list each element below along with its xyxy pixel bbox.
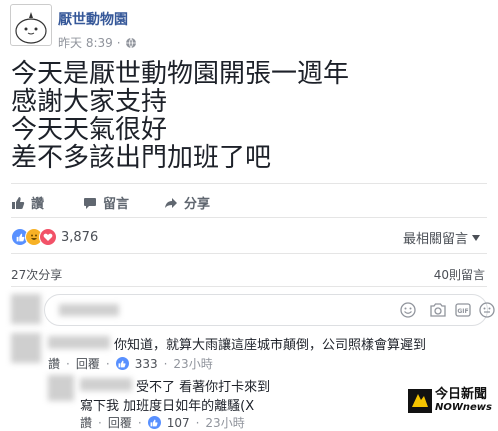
redacted-name bbox=[59, 304, 119, 316]
reply-avatar[interactable] bbox=[48, 375, 74, 401]
divider bbox=[11, 253, 487, 254]
comment-input[interactable]: GIF bbox=[44, 294, 495, 326]
share-icon bbox=[165, 197, 177, 208]
svg-text:GIF: GIF bbox=[457, 308, 468, 315]
chevron-down-icon bbox=[472, 234, 480, 241]
comment-button[interactable]: 留言 bbox=[83, 193, 129, 212]
comment-icon bbox=[84, 197, 96, 209]
share-button[interactable]: 分享 bbox=[164, 193, 210, 212]
comment-time[interactable]: 23小時 bbox=[173, 355, 212, 372]
post-line: 感謝大家支持 bbox=[11, 87, 168, 117]
comment-label: 留言 bbox=[103, 197, 130, 212]
sticker-icon[interactable] bbox=[479, 302, 495, 318]
camera-icon[interactable] bbox=[429, 302, 447, 318]
reply-reply-link[interactable]: 回覆 bbox=[108, 414, 132, 431]
dot-separator: · bbox=[98, 415, 102, 430]
share-count[interactable]: 27次分享 bbox=[11, 266, 62, 283]
comment-reply-link[interactable]: 回覆 bbox=[76, 355, 100, 372]
dot-separator: · bbox=[195, 415, 200, 430]
gif-icon[interactable]: GIF bbox=[455, 302, 471, 318]
comment-like-count[interactable]: 333 bbox=[135, 357, 158, 371]
reaction-count: 3,876 bbox=[61, 229, 99, 245]
current-user-avatar bbox=[11, 294, 41, 324]
emoji-icon[interactable] bbox=[400, 302, 416, 318]
reply-like-link[interactable]: 讚 bbox=[80, 414, 92, 431]
post-text: 今天是厭世動物園開張一週年 感謝大家支持 今天天氣很好 差不多該出門加班了吧 bbox=[11, 60, 349, 172]
comment-like-link[interactable]: 讚 bbox=[48, 355, 60, 372]
redacted-reply-name[interactable] bbox=[80, 378, 132, 391]
watermark-sub: NOWnews bbox=[435, 402, 492, 413]
divider bbox=[11, 286, 487, 287]
comment-count[interactable]: 40則留言 bbox=[434, 266, 485, 283]
reply-text-line: 寫下我 加班度日如年的離騷(X bbox=[80, 399, 255, 414]
chick-avatar-icon bbox=[15, 12, 47, 44]
reply-like-count[interactable]: 107 bbox=[167, 416, 190, 430]
reply-text-line: 受不了 看著你打卡來到 bbox=[136, 380, 271, 395]
post-meta: 昨天 8:39 · bbox=[58, 34, 137, 51]
like-icon bbox=[12, 196, 25, 209]
comment-actions: 讚 · 回覆 · 333 · 23小時 bbox=[48, 355, 213, 372]
post-time[interactable]: 昨天 8:39 bbox=[58, 34, 113, 51]
reply-actions: 讚 · 回覆 · 107 · 23小時 bbox=[80, 414, 245, 431]
love-reaction-icon bbox=[39, 228, 57, 246]
like-badge-icon bbox=[115, 357, 129, 370]
comment-text: 你知道，就算大雨讓這座城市顛倒，公司照樣會算遲到 bbox=[114, 338, 427, 353]
dot-separator: · bbox=[105, 356, 110, 371]
share-label: 分享 bbox=[184, 197, 211, 212]
watermark-name: 今日新聞 bbox=[435, 387, 488, 402]
divider bbox=[11, 217, 487, 218]
dot-separator: · bbox=[66, 356, 70, 371]
comment-sort-dropdown[interactable]: 最相關留言 bbox=[403, 228, 480, 247]
nownews-logo-icon bbox=[408, 389, 432, 413]
meta-separator: · bbox=[116, 35, 121, 50]
reactions-summary[interactable]: 3,876 bbox=[11, 228, 98, 246]
sort-label: 最相關留言 bbox=[402, 232, 468, 247]
nownews-watermark: 今日新聞 NOWnews bbox=[408, 388, 492, 414]
like-label: 讚 bbox=[31, 197, 45, 212]
dot-separator: · bbox=[137, 415, 142, 430]
post-line: 今天是厭世動物園開張一週年 bbox=[11, 59, 350, 89]
globe-icon bbox=[125, 37, 136, 48]
redacted-commenter-name[interactable] bbox=[48, 336, 110, 349]
divider bbox=[11, 183, 487, 184]
like-button[interactable]: 讚 bbox=[11, 193, 44, 212]
reply-time[interactable]: 23小時 bbox=[205, 414, 244, 431]
post-line: 差不多該出門加班了吧 bbox=[11, 143, 272, 173]
page-avatar[interactable] bbox=[10, 4, 52, 46]
commenter-avatar[interactable] bbox=[11, 333, 41, 363]
post-line: 今天天氣很好 bbox=[11, 115, 168, 145]
page-name[interactable]: 厭世動物園 bbox=[58, 9, 128, 29]
dot-separator: · bbox=[163, 356, 168, 371]
like-badge-icon bbox=[147, 416, 161, 429]
